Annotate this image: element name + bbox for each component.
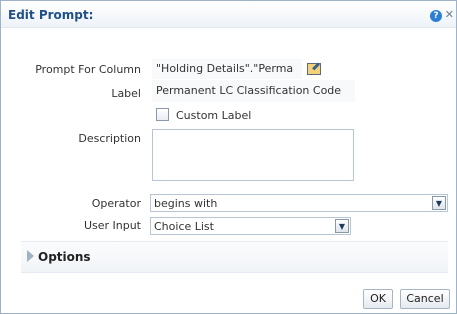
operator-selected-value: begins with xyxy=(154,197,218,210)
label-field-value[interactable]: Permanent LC Classification Code xyxy=(152,80,355,102)
label-field-label: Label xyxy=(111,87,141,100)
custom-label-checkbox[interactable] xyxy=(156,108,169,121)
description-textarea[interactable] xyxy=(152,129,354,181)
dialog-titlebar: Edit Prompt: ? ✕ xyxy=(1,1,456,28)
prompt-for-column-value: "Holding Details"."Perma xyxy=(152,59,302,79)
user-input-select[interactable]: Choice List ▼ xyxy=(150,217,351,235)
dialog-title: Edit Prompt: xyxy=(8,8,94,22)
disclosure-triangle-icon[interactable] xyxy=(27,250,34,262)
edit-pencil-icon[interactable] xyxy=(307,63,321,75)
edit-prompt-dialog: Edit Prompt: ? ✕ Prompt For Column "Hold… xyxy=(0,0,457,314)
user-input-label: User Input xyxy=(83,219,141,232)
chevron-down-icon[interactable]: ▼ xyxy=(335,219,349,233)
operator-label: Operator xyxy=(91,197,141,210)
options-section-label: Options xyxy=(38,250,91,264)
prompt-for-column-label: Prompt For Column xyxy=(35,63,141,76)
custom-label-text: Custom Label xyxy=(176,109,252,122)
ok-button[interactable]: OK xyxy=(363,289,393,309)
operator-select[interactable]: begins with ▼ xyxy=(150,194,448,212)
close-icon[interactable]: ✕ xyxy=(445,8,454,21)
description-label: Description xyxy=(78,132,141,145)
cancel-button[interactable]: Cancel xyxy=(400,289,450,309)
user-input-selected-value: Choice List xyxy=(154,220,214,233)
help-icon[interactable]: ? xyxy=(430,10,442,22)
options-section-toggle[interactable]: Options xyxy=(21,241,448,273)
chevron-down-icon[interactable]: ▼ xyxy=(432,196,446,210)
